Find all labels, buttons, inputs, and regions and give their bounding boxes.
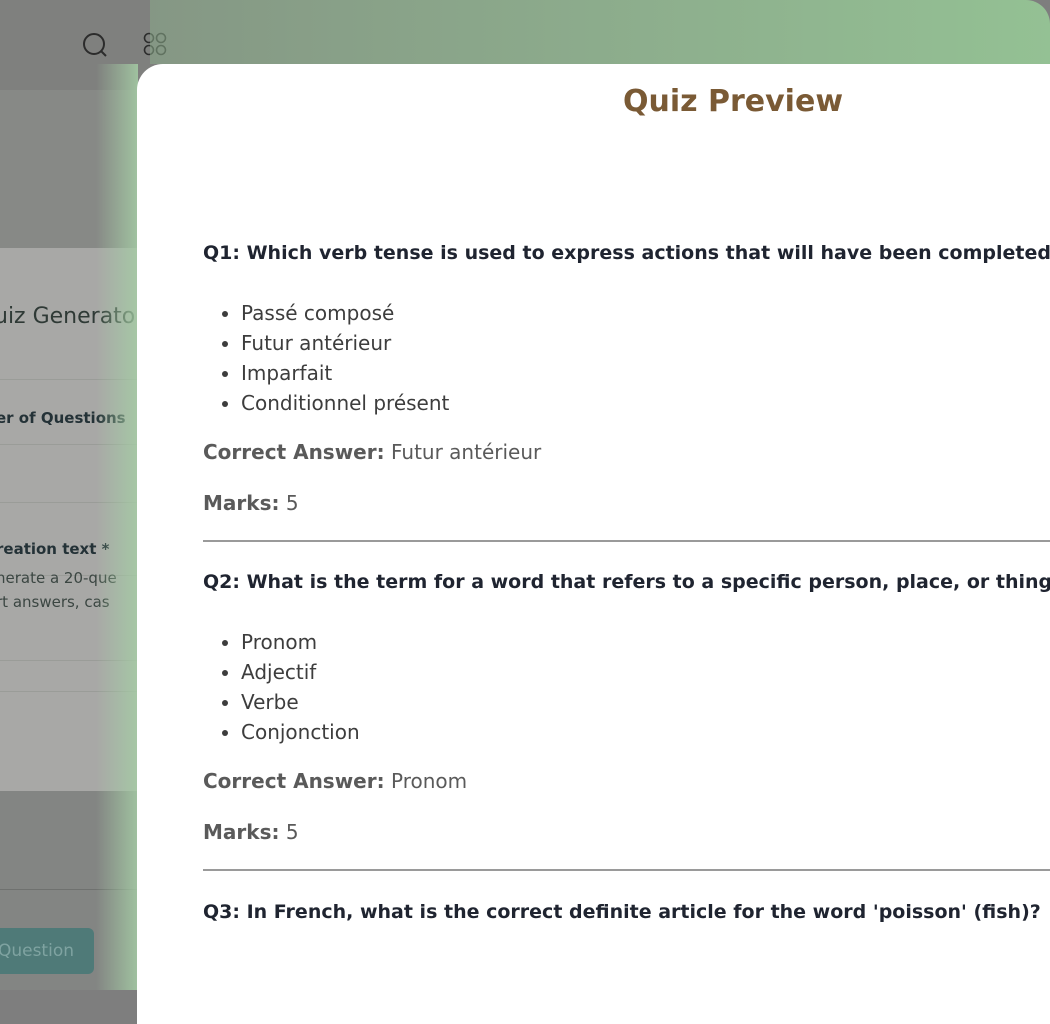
question-1-options: Passé composé Futur antérieur Imparfait … — [221, 298, 449, 418]
marks-value: 5 — [285, 491, 299, 515]
option: Imparfait — [221, 358, 449, 388]
creation-text-label: reation text * — [0, 540, 110, 558]
question-2-options: Pronom Adjectif Verbe Conjonction — [222, 627, 360, 747]
question-divider — [203, 540, 1050, 542]
option: Passé composé — [221, 298, 449, 328]
question-3-text: Q3: In French, what is the correct defin… — [203, 901, 1041, 923]
option: Pronom — [222, 627, 360, 657]
question-1-text: Q1: Which verb tense is used to express … — [203, 242, 1050, 264]
modal-glow-left — [96, 64, 138, 990]
option: Futur antérieur — [221, 328, 449, 358]
correct-answer-label: Correct Answer: — [203, 769, 385, 793]
option: Verbe — [222, 687, 360, 717]
marks-value: 5 — [285, 820, 299, 844]
marks-label: Marks: — [203, 820, 280, 844]
question-1-correct-answer: Correct Answer: Futur antérieur — [203, 440, 541, 464]
modal-glow-top — [150, 0, 1050, 64]
question-2-correct-answer: Correct Answer: Pronom — [203, 769, 467, 793]
correct-answer-value: Pronom — [390, 769, 468, 793]
option: Adjectif — [222, 657, 360, 687]
question-2-text: Q2: What is the term for a word that ref… — [203, 571, 1050, 593]
correct-answer-value: Futur antérieur — [390, 440, 542, 464]
search-icon[interactable] — [82, 32, 108, 58]
correct-answer-label: Correct Answer: — [203, 440, 385, 464]
quiz-preview-modal: Quiz Preview Q1: Which verb tense is use… — [137, 64, 1050, 1024]
question-divider — [203, 869, 1050, 871]
marks-label: Marks: — [203, 491, 280, 515]
option: Conjonction — [222, 717, 360, 747]
modal-title: Quiz Preview — [622, 84, 844, 119]
option: Conditionnel présent — [221, 388, 449, 418]
question-1-marks: Marks: 5 — [203, 491, 299, 515]
generate-question-button[interactable]: Question — [0, 928, 94, 974]
question-2-marks: Marks: 5 — [203, 820, 299, 844]
